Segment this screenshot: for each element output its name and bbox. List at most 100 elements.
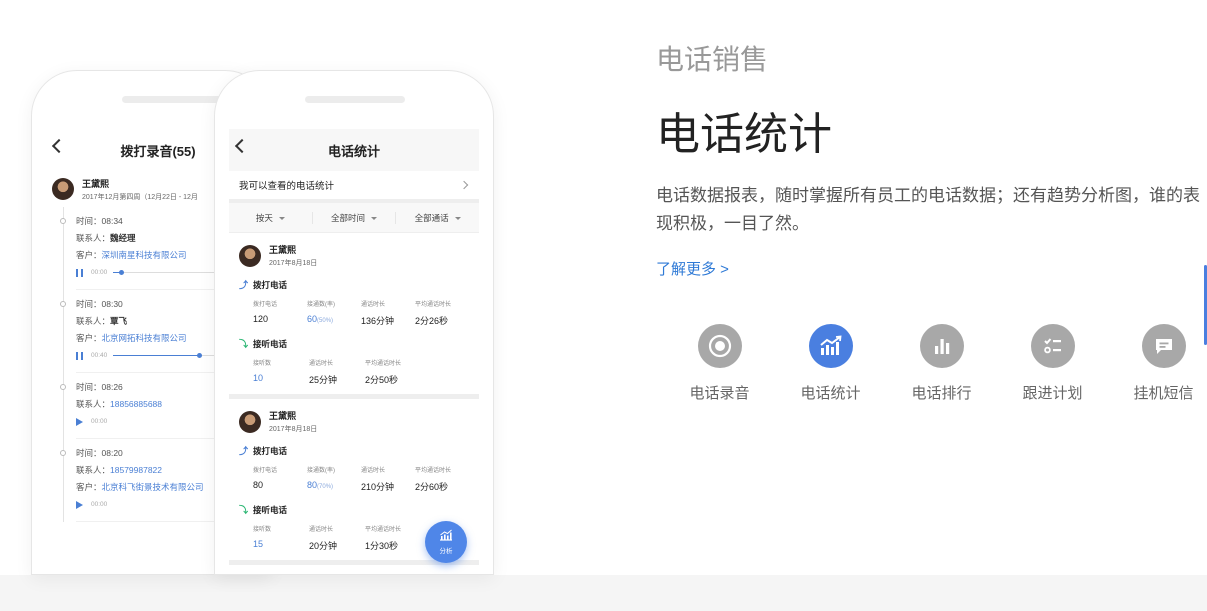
- feature-tabs: 电话录音 电话统计 电话排行 跟进计划 挂机短信: [664, 324, 1207, 403]
- caller-period: 2017年12月第四周（12月22日 - 12月: [82, 193, 198, 201]
- metric-label: 平均通话时长: [415, 302, 452, 308]
- metric-value: 210分钟: [361, 482, 395, 492]
- employee-name: 王黛熙: [269, 411, 297, 421]
- incoming-call-icon: ⤵: [239, 339, 249, 349]
- phone-speaker: [305, 96, 405, 103]
- filter-call-type-label: 全部通话: [414, 212, 449, 223]
- metric: 平均通话时长 1分30秒: [365, 524, 421, 552]
- metric-value: 2分26秒: [415, 316, 449, 326]
- metric-value: 80: [253, 480, 264, 490]
- phone-speaker: [122, 96, 222, 103]
- back-arrow-icon[interactable]: [234, 138, 250, 154]
- contact-name: 覃飞: [110, 316, 128, 326]
- progress-fill: [113, 355, 200, 356]
- statistics-screen: 电话统计 我可以查看的电话统计 按天 全部时间 全部通话 王黛熙 2017年8月…: [229, 129, 479, 574]
- statistics-title: 电话统计: [327, 143, 380, 159]
- checklist-icon: [1030, 324, 1075, 368]
- filter-time[interactable]: 全部时间: [313, 211, 397, 224]
- feature-tab-call-statistics[interactable]: 电话统计: [775, 324, 886, 403]
- customer-label: 客户：: [76, 482, 102, 492]
- metric: 接通数(率) 80(70%): [307, 465, 361, 493]
- metric: 拨打电话 80: [253, 465, 307, 493]
- metric: 通话时长 25分钟: [309, 358, 365, 386]
- metric-label: 平均通话时长: [365, 527, 402, 533]
- progress-knob[interactable]: [197, 353, 203, 358]
- customer-link[interactable]: 深圳南星科技有限公司: [102, 250, 187, 260]
- metric-label: 平均通话时长: [365, 361, 402, 367]
- employee-stat-block: 王黛熙 2017年8月18日 ⤴ 拨打电话 拨打电话 120 接通数(率) 60(50…: [229, 233, 479, 399]
- timeline-dot: [60, 218, 66, 224]
- feature-description: 电话数据报表，随时掌握所有员工的电话数据；还有趋势分析图，谁的表现积极，一目了然…: [656, 186, 1200, 233]
- feature-label: 电话统计: [800, 385, 861, 402]
- metric: 平均通话时长 2分50秒: [365, 358, 421, 386]
- viewable-statistics-label: 我可以查看的电话统计: [239, 181, 335, 192]
- outgoing-metrics: 拨打电话 80 接通数(率) 80(70%) 通话时长 210分钟 平均通话时长 2分6…: [239, 465, 469, 493]
- metric-label: 通话时长: [309, 527, 334, 533]
- contact-label: 联系人：: [76, 316, 111, 326]
- metric-label: 平均通话时长: [415, 468, 452, 474]
- filter-period-label: 按天: [255, 212, 273, 223]
- metric-value: 1分30秒: [365, 541, 399, 551]
- metric: 平均通话时长 2分26秒: [415, 299, 469, 327]
- pause-icon[interactable]: [76, 268, 83, 277]
- outgoing-section-title: ⤴ 拨打电话: [239, 444, 469, 457]
- outgoing-metrics: 拨打电话 120 接通数(率) 60(50%) 通话时长 136分钟 平均通话时长 2分…: [239, 299, 469, 327]
- outgoing-title-text: 拨打电话: [253, 279, 288, 290]
- play-icon[interactable]: [76, 500, 83, 509]
- feature-tab-call-recording[interactable]: 电话录音: [664, 324, 775, 403]
- avatar: [52, 178, 74, 200]
- metric-label: 通话时长: [361, 468, 386, 474]
- metric-value: 60: [307, 314, 318, 324]
- metric-label: 通话时长: [309, 361, 334, 367]
- contact-phone-link[interactable]: 18579987822: [110, 465, 162, 475]
- customer-link[interactable]: 北京科飞街景技术有限公司: [102, 482, 204, 492]
- caller-name: 王黛熙: [82, 178, 110, 189]
- feature-tab-follow-up-plan[interactable]: 跟进计划: [997, 324, 1108, 403]
- caret-down-icon: [371, 216, 378, 220]
- play-icon[interactable]: [76, 417, 83, 426]
- metric-value: 25分钟: [309, 375, 338, 385]
- stat-date: 2017年8月18日: [269, 260, 318, 267]
- feature-tab-hangup-sms[interactable]: 挂机短信: [1108, 324, 1207, 403]
- timeline-dot: [60, 450, 66, 456]
- progress-knob[interactable]: [119, 270, 125, 275]
- feature-tab-call-ranking[interactable]: 电话排行: [886, 324, 997, 403]
- metric-label: 接听数: [253, 527, 272, 533]
- metric-label: 接通数(率): [307, 468, 335, 474]
- metric-rate: (70%): [317, 484, 334, 490]
- incoming-metrics: 接听数 10 通话时长 25分钟 平均通话时长 2分50秒: [239, 358, 469, 386]
- viewable-statistics-row[interactable]: 我可以查看的电话统计: [229, 171, 479, 203]
- outgoing-section-title: ⤴ 拨打电话: [239, 278, 469, 291]
- contact-label: 联系人：: [76, 399, 111, 409]
- trend-chart-icon: [808, 324, 853, 368]
- metric: 接听数 15: [253, 524, 309, 552]
- fab-label: 分析: [439, 548, 453, 555]
- player-time: 00:00: [91, 501, 108, 508]
- customer-label: 客户：: [76, 250, 102, 260]
- metric-label: 拨打电话: [253, 468, 278, 474]
- customer-link[interactable]: 北京网拓科技有限公司: [102, 333, 187, 343]
- metric: 通话时长 20分钟: [309, 524, 365, 552]
- metric-value: 136分钟: [361, 316, 395, 326]
- filter-period[interactable]: 按天: [229, 211, 313, 224]
- metric-label: 接通数(率): [307, 302, 335, 308]
- contact-phone-link[interactable]: 18856885688: [110, 399, 162, 409]
- pause-icon[interactable]: [76, 351, 83, 360]
- metric: 接听数 10: [253, 358, 309, 386]
- metric-value: 20分钟: [309, 541, 338, 551]
- metric-value: 2分50秒: [365, 375, 399, 385]
- stat-date: 2017年8月18日: [269, 426, 318, 433]
- feature-label: 跟进计划: [1022, 385, 1083, 402]
- back-arrow-icon[interactable]: [51, 138, 67, 154]
- analysis-fab-button[interactable]: 分析: [425, 521, 467, 563]
- metric-value: 10: [253, 373, 264, 383]
- timeline-dot: [60, 384, 66, 390]
- trend-chart-icon: [439, 529, 453, 543]
- caret-down-icon: [278, 216, 285, 220]
- metric-value: 80: [307, 480, 318, 490]
- learn-more-link[interactable]: 了解更多 >: [656, 258, 729, 279]
- incoming-title-text: 接听电话: [253, 338, 288, 349]
- metric: 接通数(率) 60(50%): [307, 299, 361, 327]
- filter-call-type[interactable]: 全部通话: [396, 212, 479, 224]
- record-icon: [697, 324, 742, 368]
